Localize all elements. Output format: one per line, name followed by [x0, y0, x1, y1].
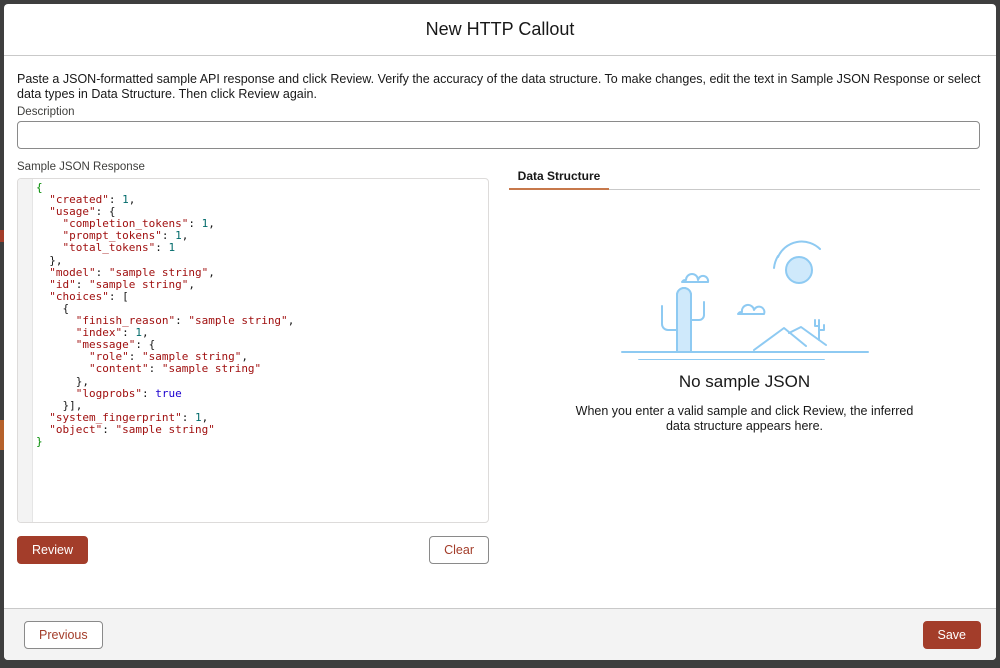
- columns: Sample JSON Response { "created": 1, "us…: [17, 161, 980, 564]
- tab-data-structure[interactable]: Data Structure: [509, 164, 609, 190]
- empty-state-text: When you enter a valid sample and click …: [575, 404, 914, 433]
- code-line: "total_tokens": 1: [62, 241, 176, 255]
- sample-json-editor[interactable]: { "created": 1, "usage": { "completion_t…: [17, 178, 489, 523]
- editor-actions: Review Clear: [17, 536, 489, 564]
- review-button[interactable]: Review: [17, 536, 88, 564]
- modal-title: New HTTP Callout: [425, 19, 575, 39]
- modal-body: Paste a JSON-formatted sample API respon…: [4, 56, 996, 608]
- clear-button[interactable]: Clear: [429, 536, 489, 564]
- new-http-callout-modal: New HTTP Callout Paste a JSON-formatted …: [4, 4, 996, 660]
- sample-json-column: Sample JSON Response { "created": 1, "us…: [17, 161, 489, 564]
- data-structure-column: Data Structure No sample JSON When you e…: [509, 161, 980, 564]
- code-line: "choices": [: [49, 289, 129, 303]
- editor-gutter: [18, 179, 33, 522]
- modal-header: New HTTP Callout: [4, 4, 996, 56]
- code-line: "object": "sample string": [49, 422, 215, 436]
- instructions-text: Paste a JSON-formatted sample API respon…: [17, 72, 981, 101]
- empty-state-heading: No sample JSON: [678, 372, 811, 391]
- description-label: Description: [17, 106, 75, 118]
- tabs-bar: Data Structure: [509, 164, 980, 190]
- desert-cactus-illustration: [620, 240, 869, 360]
- empty-state: No sample JSON When you enter a valid sa…: [509, 240, 980, 433]
- description-input[interactable]: [17, 121, 980, 149]
- code-line: }: [36, 434, 43, 448]
- previous-button[interactable]: Previous: [24, 620, 103, 649]
- json-code[interactable]: { "created": 1, "usage": { "completion_t…: [33, 179, 294, 522]
- save-button[interactable]: Save: [922, 620, 981, 649]
- sample-json-label: Sample JSON Response: [17, 161, 145, 173]
- modal-footer: Previous Save: [4, 608, 996, 660]
